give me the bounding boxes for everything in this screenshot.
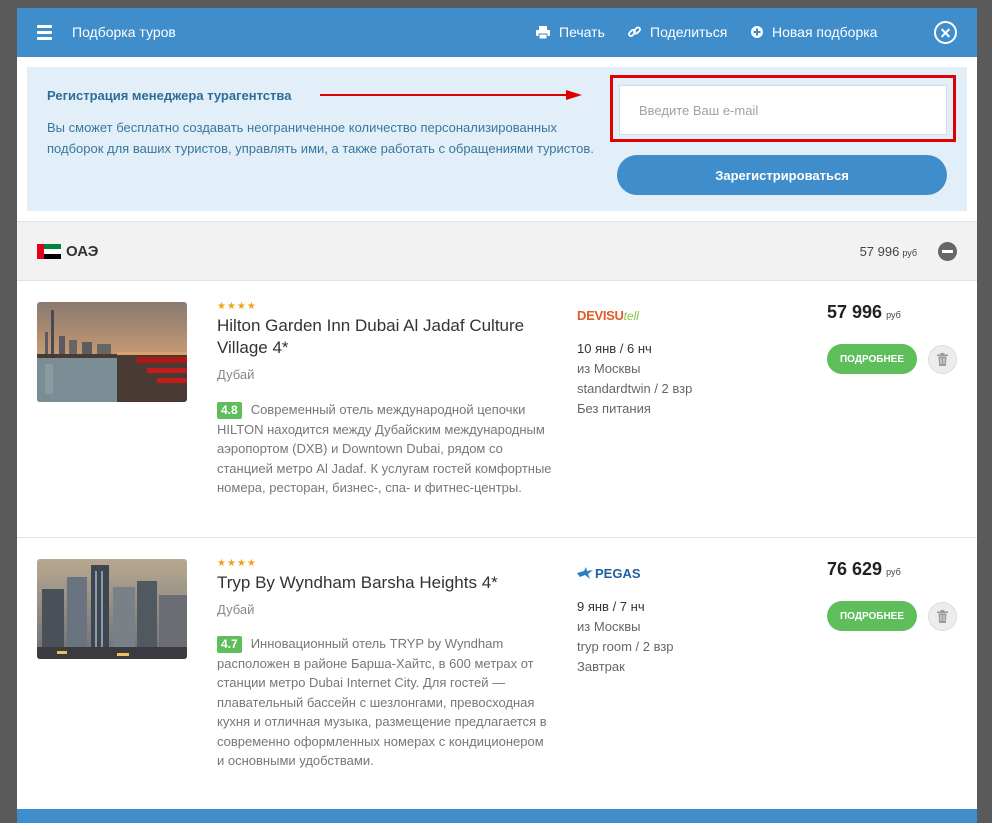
- hotel-photo[interactable]: [37, 559, 187, 659]
- operator-logo-pegas: PEGAS: [577, 565, 641, 581]
- hotel-stars: ★★★★: [217, 558, 257, 569]
- print-label: Печать: [559, 24, 605, 40]
- rating-badge: 4.8: [217, 402, 242, 419]
- operator-name-suffix: tell: [623, 309, 639, 323]
- pegas-bird-icon: [577, 567, 593, 580]
- close-icon[interactable]: [934, 21, 957, 44]
- tour-details: 9 янв / 7 нч из Москвы tryp room / 2 взр…: [577, 597, 674, 677]
- trash-icon[interactable]: [928, 345, 957, 374]
- operator-name: DEVISU: [577, 308, 624, 323]
- hotel-description-text: Инновационный отель TRYP by Wyndham расп…: [217, 636, 547, 768]
- country-name: ОАЭ: [66, 243, 99, 260]
- hotel-photo[interactable]: [37, 302, 187, 402]
- tour-price-currency: руб: [886, 567, 901, 577]
- tour-meal: Без питания: [577, 401, 651, 416]
- tour-price: 57 996 руб: [827, 302, 901, 323]
- collapse-minus-icon[interactable]: [938, 242, 957, 261]
- arrow-annotation: [320, 90, 582, 100]
- rating-badge: 4.7: [217, 636, 242, 653]
- tour-room: standardtwin / 2 взр: [577, 381, 693, 396]
- plus-circle-icon: [751, 26, 763, 38]
- tour-price-value: 76 629: [827, 559, 883, 579]
- tour-card: ★★★★ Hilton Garden Inn Dubai Al Jadaf Cu…: [17, 282, 977, 538]
- country-min-price: 57 996 руб: [860, 244, 917, 259]
- header-bar: Подборка туров Печать Поделиться Новая п…: [17, 8, 977, 57]
- email-highlight-box: [610, 75, 956, 142]
- tour-price: 76 629 руб: [827, 559, 901, 580]
- new-selection-label: Новая подборка: [772, 24, 878, 40]
- tour-card: ★★★★ Tryp By Wyndham Barsha Heights 4* Д…: [17, 539, 977, 809]
- tour-meal: Завтрак: [577, 659, 625, 674]
- tour-details: 10 янв / 6 нч из Москвы standardtwin / 2…: [577, 339, 692, 419]
- share-label: Поделиться: [650, 24, 728, 40]
- link-icon: [628, 26, 641, 39]
- country-price-currency: руб: [902, 248, 917, 258]
- tour-price-currency: руб: [886, 310, 901, 320]
- tour-departure: из Москвы: [577, 361, 641, 376]
- registration-title: Регистрация менеджера турагентства: [47, 88, 292, 103]
- hotel-city: Дубай: [217, 602, 255, 617]
- hotel-name[interactable]: Hilton Garden Inn Dubai Al Jadaf Culture…: [217, 315, 547, 359]
- country-group-header: ОАЭ 57 996 руб: [17, 221, 977, 281]
- print-button[interactable]: Печать: [536, 24, 605, 40]
- hotel-description-text: Современный отель международной цепочки …: [217, 402, 552, 495]
- tour-dates: 9 янв / 7 нч: [577, 599, 645, 614]
- tour-room: tryp room / 2 взр: [577, 639, 674, 654]
- new-selection-button[interactable]: Новая подборка: [751, 24, 877, 40]
- page-title: Подборка туров: [72, 24, 176, 40]
- email-field[interactable]: [619, 85, 947, 135]
- footer-bar: [17, 809, 977, 823]
- operator-logo-devisu: DEVISUtell: [577, 307, 639, 323]
- hotel-city: Дубай: [217, 367, 255, 382]
- menu-icon[interactable]: [37, 24, 52, 40]
- hotel-stars: ★★★★: [217, 301, 257, 312]
- register-button[interactable]: Зарегистрироваться: [617, 155, 947, 195]
- registration-description: Вы сможет бесплатно создавать неограниче…: [47, 120, 594, 156]
- share-button[interactable]: Поделиться: [628, 24, 727, 40]
- registration-panel: Регистрация менеджера турагентства Вы см…: [27, 67, 967, 211]
- hotel-name[interactable]: Tryp By Wyndham Barsha Heights 4*: [217, 572, 547, 594]
- details-button[interactable]: ПОДРОБНЕЕ: [827, 601, 917, 631]
- details-button[interactable]: ПОДРОБНЕЕ: [827, 344, 917, 374]
- hotel-description: 4.7 Инновационный отель TRYP by Wyndham р…: [217, 634, 552, 771]
- tour-departure: из Москвы: [577, 619, 641, 634]
- hotel-description: 4.8 Современный отель международной цепоч…: [217, 400, 552, 498]
- tour-price-value: 57 996: [827, 302, 883, 322]
- tour-dates: 10 янв / 6 нч: [577, 341, 652, 356]
- operator-name: PEGAS: [595, 566, 641, 582]
- trash-icon[interactable]: [928, 602, 957, 631]
- tour-selection-modal: Подборка туров Печать Поделиться Новая п…: [17, 8, 977, 823]
- printer-icon: [536, 25, 550, 39]
- uae-flag-icon: [37, 244, 61, 259]
- country-price-value: 57 996: [859, 244, 900, 259]
